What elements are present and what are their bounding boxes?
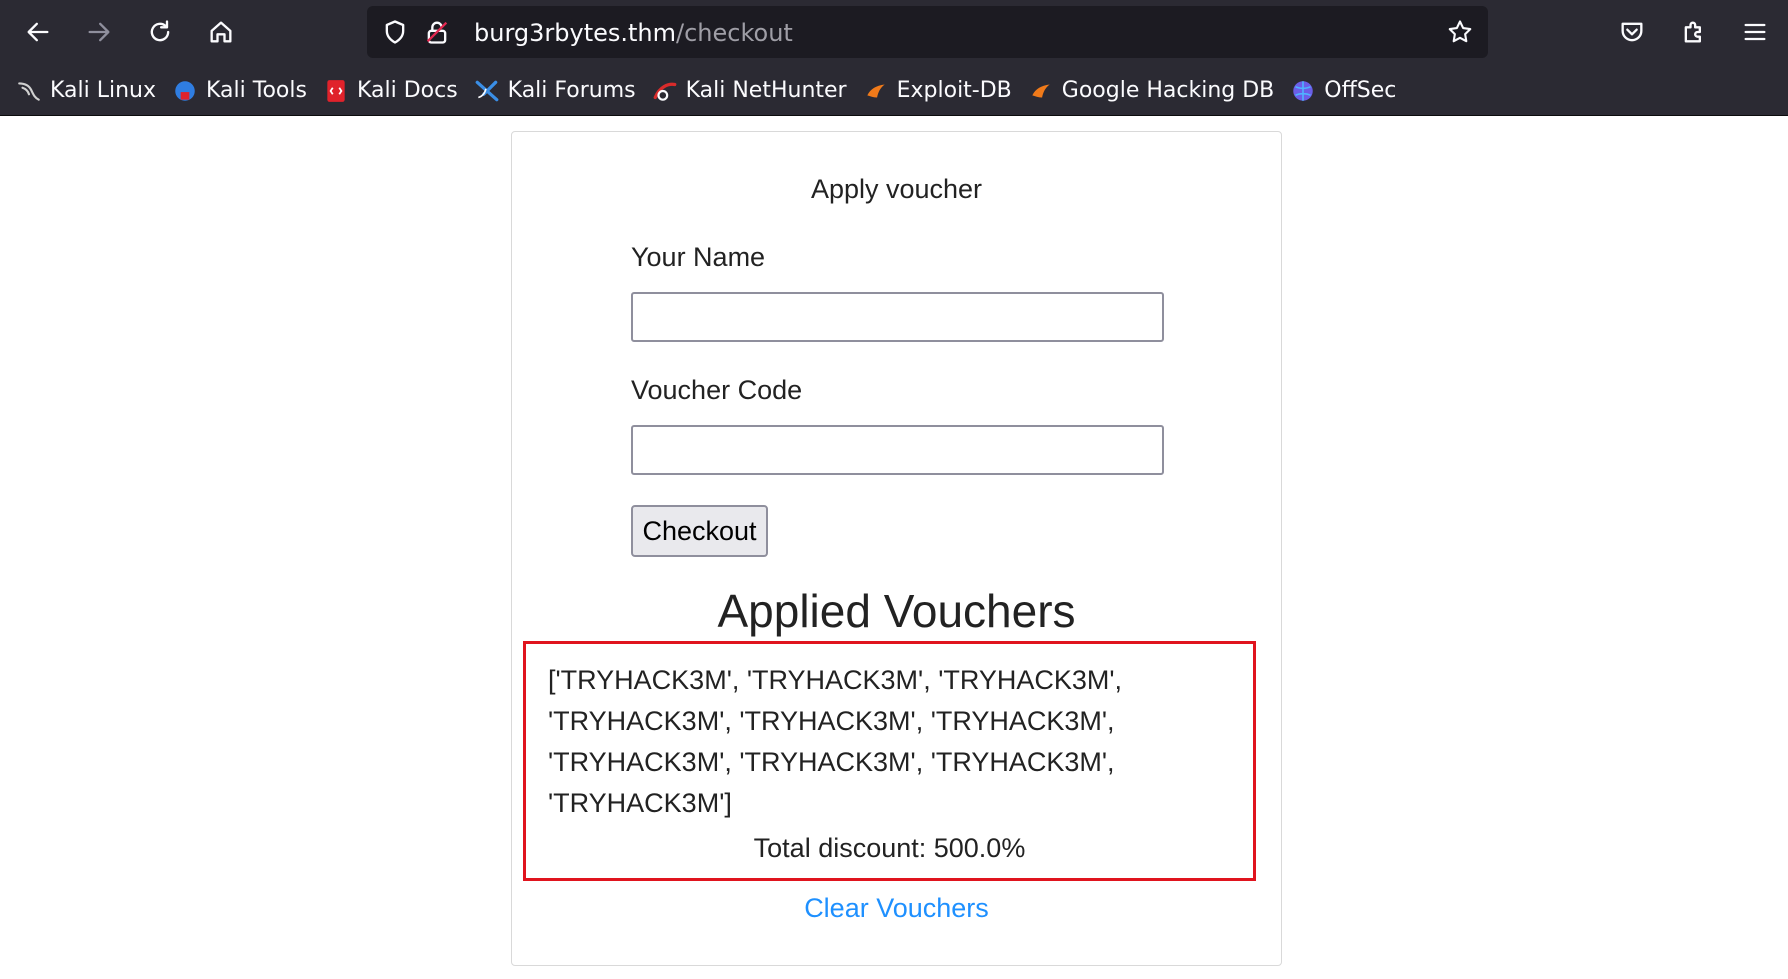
kali-dragon-icon <box>18 81 40 101</box>
page-title: Apply voucher <box>810 174 983 204</box>
applied-vouchers-box: ['TRYHACK3M', 'TRYHACK3M', 'TRYHACK3M', … <box>523 641 1256 881</box>
shield-icon[interactable] <box>381 18 409 46</box>
checkout-button[interactable]: Checkout <box>631 505 768 557</box>
voucher-code-input[interactable] <box>631 425 1164 475</box>
forward-icon <box>88 22 110 42</box>
bookmark-google-hacking-db[interactable]: Google Hacking DB <box>1028 71 1274 111</box>
url-text[interactable]: burg3rbytes.thm/checkout <box>474 19 793 47</box>
bookmark-label: Kali NetHunter <box>685 78 847 103</box>
bookmark-kali-tools[interactable]: Kali Tools <box>172 71 307 111</box>
bookmark-label: Google Hacking DB <box>1061 78 1275 103</box>
bookmark-kali-forums[interactable]: Kali Forums <box>474 71 636 111</box>
bookmark-kali-linux[interactable]: Kali Linux <box>16 71 156 111</box>
name-label: Your Name <box>631 242 766 272</box>
voucher-list-line: 'TRYHACK3M'] <box>548 788 732 818</box>
browser-toolbar: burg3rbytes.thm/checkout <box>0 0 1788 66</box>
voucher-list-line: 'TRYHACK3M', 'TRYHACK3M', 'TRYHACK3M', <box>548 706 1115 736</box>
back-button[interactable] <box>18 12 58 52</box>
address-bar[interactable]: burg3rbytes.thm/checkout <box>367 6 1488 58</box>
bookmarks-bar: Kali Linux Kali Tools Kali Docs Kali For… <box>0 66 1788 116</box>
extensions-button[interactable] <box>1674 12 1714 52</box>
extensions-icon <box>1684 21 1701 43</box>
name-input[interactable] <box>631 292 1164 342</box>
pocket-button[interactable] <box>1612 12 1652 52</box>
kali-forums-icon <box>475 80 499 101</box>
reload-icon <box>150 20 170 42</box>
bookmark-label: Exploit-DB <box>896 78 1012 103</box>
voucher-list-line: ['TRYHACK3M', 'TRYHACK3M', 'TRYHACK3M', <box>548 665 1123 695</box>
total-discount: Total discount: 500.0% <box>753 833 1026 863</box>
star-icon[interactable] <box>1446 18 1474 46</box>
offsec-icon <box>1293 80 1314 101</box>
url-path: /checkout <box>676 19 793 47</box>
exploit-db-icon <box>866 84 885 97</box>
bookmark-kali-docs[interactable]: Kali Docs <box>323 71 458 111</box>
ghdb-icon <box>1032 84 1050 97</box>
menu-icon <box>1744 23 1766 41</box>
voucher-list: ['TRYHACK3M', 'TRYHACK3M', 'TRYHACK3M', … <box>548 660 1188 824</box>
back-icon <box>27 22 49 42</box>
bookmark-label: OffSec <box>1324 78 1397 103</box>
bookmark-label: Kali Linux <box>50 78 157 103</box>
voucher-list-line: 'TRYHACK3M', 'TRYHACK3M', 'TRYHACK3M', <box>548 747 1115 777</box>
home-icon <box>210 21 232 43</box>
kali-docs-icon <box>327 79 345 102</box>
kali-tools-icon <box>175 80 195 101</box>
voucher-card: Apply voucher Your Name Voucher Code Che… <box>511 131 1282 966</box>
pocket-icon <box>1621 22 1643 42</box>
bookmark-offsec[interactable]: OffSec <box>1290 71 1396 111</box>
reload-button[interactable] <box>140 12 180 52</box>
bookmark-exploit-db[interactable]: Exploit-DB <box>863 71 1012 111</box>
clear-vouchers-link[interactable]: Clear Vouchers <box>512 893 1281 924</box>
voucher-code-label: Voucher Code <box>631 375 803 405</box>
bookmark-label: Kali Docs <box>356 78 458 103</box>
forward-button[interactable] <box>79 12 119 52</box>
applied-vouchers-heading: Applied Vouchers <box>717 585 1076 637</box>
bookmark-label: Kali Tools <box>206 78 307 103</box>
insecure-lock-icon[interactable] <box>423 18 451 46</box>
url-host: burg3rbytes.thm <box>474 19 677 47</box>
bookmark-label: Kali Forums <box>507 78 636 103</box>
home-button[interactable] <box>201 12 241 52</box>
nethunter-icon <box>653 82 676 101</box>
bookmark-kali-nethunter[interactable]: Kali NetHunter <box>652 71 847 111</box>
menu-button[interactable] <box>1735 12 1775 52</box>
